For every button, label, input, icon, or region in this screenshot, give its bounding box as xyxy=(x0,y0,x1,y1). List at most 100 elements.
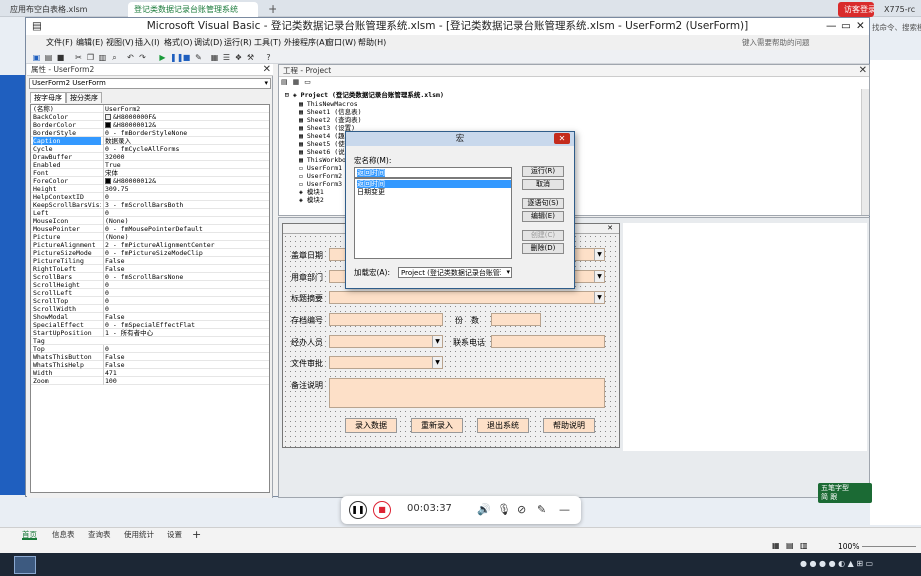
minimize-recorder-icon[interactable]: — xyxy=(559,503,570,516)
run-icon[interactable]: ▶ xyxy=(158,53,167,62)
property-value[interactable]: 宋体 xyxy=(103,169,269,177)
menu-edit[interactable]: 编辑(E) xyxy=(76,35,103,50)
zoom-slider[interactable] xyxy=(862,546,916,547)
macro-list-item[interactable]: 返回时间 xyxy=(357,180,511,188)
tab-categorized[interactable]: 按分类序 xyxy=(66,92,102,103)
property-row[interactable]: Caption 数据录入 xyxy=(31,137,269,145)
tab-alphabetic[interactable]: 按字母序 xyxy=(30,92,66,103)
project-explorer-icon[interactable]: ▦ xyxy=(210,53,219,62)
property-row[interactable]: Top 0 xyxy=(31,345,269,353)
property-row[interactable]: ScrollLeft 0 xyxy=(31,289,269,297)
save-icon[interactable]: ■ xyxy=(56,53,65,62)
property-row[interactable]: Picture (None) xyxy=(31,233,269,241)
property-row[interactable]: Left 0 xyxy=(31,209,269,217)
property-value[interactable]: 数据录入 xyxy=(103,137,269,145)
excel-view-icon[interactable]: ▣ xyxy=(32,53,41,62)
microphone-icon[interactable]: 🎙 xyxy=(497,503,511,516)
menu-addins[interactable]: 外接程序(A) xyxy=(284,35,328,50)
page-layout-icon[interactable]: ▤ xyxy=(786,541,794,550)
project-tree-item[interactable]: ▭ UserForm1 xyxy=(299,164,342,172)
property-value[interactable]: (None) xyxy=(103,233,269,241)
help-question-input[interactable]: 键入需要帮助的问题 xyxy=(742,37,862,48)
input-title-summary[interactable]: ▼ xyxy=(329,291,605,304)
property-row[interactable]: ScrollBars 0 - fmScrollBarsNone xyxy=(31,273,269,281)
camera-off-icon[interactable]: ⊘ xyxy=(517,503,526,516)
close-icon[interactable]: ✕ xyxy=(856,18,865,35)
project-tree-item[interactable]: ▦ ThisNewMacros xyxy=(299,100,358,108)
property-value[interactable]: False xyxy=(103,313,269,321)
property-row[interactable]: ScrollHeight 0 xyxy=(31,281,269,289)
menu-tools[interactable]: 工具(T) xyxy=(254,35,281,50)
project-tree-item[interactable]: ◈ 模块1 xyxy=(299,188,324,196)
edit-button[interactable]: 编辑(E) xyxy=(522,211,564,222)
project-tree-item[interactable]: ◈ 模块2 xyxy=(299,196,324,204)
toolbox-icon[interactable]: ⚒ xyxy=(246,53,255,62)
property-row[interactable]: PictureAlignment 2 - fmPictureAlignmentCe… xyxy=(31,241,269,249)
close-icon[interactable]: ✕ xyxy=(859,65,867,77)
property-row[interactable]: Zoom 100 xyxy=(31,377,269,385)
property-row[interactable]: WhatsThisButton False xyxy=(31,353,269,361)
property-value[interactable]: &H8000000F& xyxy=(103,113,269,121)
object-combo[interactable]: UserForm2 UserForm ▾ xyxy=(29,78,271,89)
help-icon[interactable]: ? xyxy=(264,53,273,62)
sheet-tab-stats[interactable]: 使用统计 xyxy=(124,529,154,540)
property-value[interactable]: 0 xyxy=(103,297,269,305)
undo-icon[interactable]: ↶ xyxy=(126,53,135,62)
submit-data-button[interactable]: 录入数据 xyxy=(345,418,397,433)
property-row[interactable]: StartUpPosition 1 - 所有者中心 xyxy=(31,329,269,337)
property-row[interactable]: MousePointer 0 - fmMousePointerDefault xyxy=(31,225,269,233)
property-row[interactable]: (名称) UserForm2 xyxy=(31,105,269,113)
property-row[interactable]: BackColor &H8000000F& xyxy=(31,113,269,121)
add-sheet-icon[interactable]: + xyxy=(192,529,201,540)
project-tree-item[interactable]: ▦ Sheet2 (查询表) xyxy=(299,116,362,124)
property-value[interactable]: 100 xyxy=(103,377,269,385)
property-row[interactable]: DrawBuffer 32000 xyxy=(31,153,269,161)
project-tree-item[interactable]: ▦ Sheet6 (说 xyxy=(299,148,345,156)
property-value[interactable]: False xyxy=(103,353,269,361)
property-value[interactable]: 0 - fmCycleAllForms xyxy=(103,145,269,153)
break-icon[interactable]: ❚❚ xyxy=(170,53,183,62)
help-button[interactable]: 帮助说明 xyxy=(543,418,595,433)
reset-icon[interactable]: ■ xyxy=(182,53,191,62)
view-object-icon[interactable]: ▦ xyxy=(293,78,300,86)
pen-icon[interactable]: ✎ xyxy=(537,503,546,516)
project-root[interactable]: ⊟ ◈ Project (登记类数据记录台账管理系统.xlsm) xyxy=(285,91,444,99)
maximize-icon[interactable]: ▭ xyxy=(841,18,851,35)
property-value[interactable]: 0 - fmMousePointerDefault xyxy=(103,225,269,233)
macro-list-item[interactable]: 日期变更 xyxy=(357,188,385,196)
property-value[interactable]: False xyxy=(103,265,269,273)
property-row[interactable]: MouseIcon (None) xyxy=(31,217,269,225)
property-value[interactable]: 0 xyxy=(103,281,269,289)
input-phone[interactable] xyxy=(491,335,605,348)
property-value[interactable]: 1 - 所有者中心 xyxy=(103,329,269,337)
normal-view-icon[interactable]: ▦ xyxy=(772,541,780,550)
menu-run[interactable]: 运行(R) xyxy=(224,35,252,50)
property-row[interactable]: RightToLeft False xyxy=(31,265,269,273)
exit-system-button[interactable]: 退出系统 xyxy=(477,418,529,433)
property-value[interactable]: 471 xyxy=(103,369,269,377)
property-value[interactable]: 0 xyxy=(103,193,269,201)
run-button[interactable]: 运行(R) xyxy=(522,166,564,177)
delete-button[interactable]: 删除(D) xyxy=(522,243,564,254)
login-button[interactable]: 访客登录 xyxy=(838,2,874,17)
property-row[interactable]: PictureTiling False xyxy=(31,257,269,265)
property-value[interactable]: 0 xyxy=(103,305,269,313)
property-row[interactable]: ForeColor &H80000012& xyxy=(31,177,269,185)
property-value[interactable]: (None) xyxy=(103,217,269,225)
ime-indicator[interactable]: 五笔字型 简 跟 xyxy=(818,483,872,503)
paste-icon[interactable]: ▥ xyxy=(98,53,107,62)
property-row[interactable]: Enabled True xyxy=(31,161,269,169)
sheet-tab-query[interactable]: 查询表 xyxy=(88,529,111,540)
step-into-button[interactable]: 逐语句(S) xyxy=(522,198,564,209)
browser-tab-active[interactable]: 登记类数据记录台账管理系统 xyxy=(128,2,258,17)
sheet-tab-info[interactable]: 信息表 xyxy=(52,529,75,540)
input-remarks[interactable] xyxy=(329,378,605,408)
property-row[interactable]: HelpContextID 0 xyxy=(31,193,269,201)
menu-format[interactable]: 格式(O) xyxy=(164,35,193,50)
project-tree-item[interactable]: ▭ UserForm3 xyxy=(299,180,342,188)
property-row[interactable]: SpecialEffect 0 - fmSpecialEffectFlat xyxy=(31,321,269,329)
menu-insert[interactable]: 插入(I) xyxy=(135,35,160,50)
property-value[interactable]: True xyxy=(103,161,269,169)
property-value[interactable]: &H80000012& xyxy=(103,121,269,129)
property-row[interactable]: KeepScrollBarsVisible3 - fmScrollBarsBot… xyxy=(31,201,269,209)
